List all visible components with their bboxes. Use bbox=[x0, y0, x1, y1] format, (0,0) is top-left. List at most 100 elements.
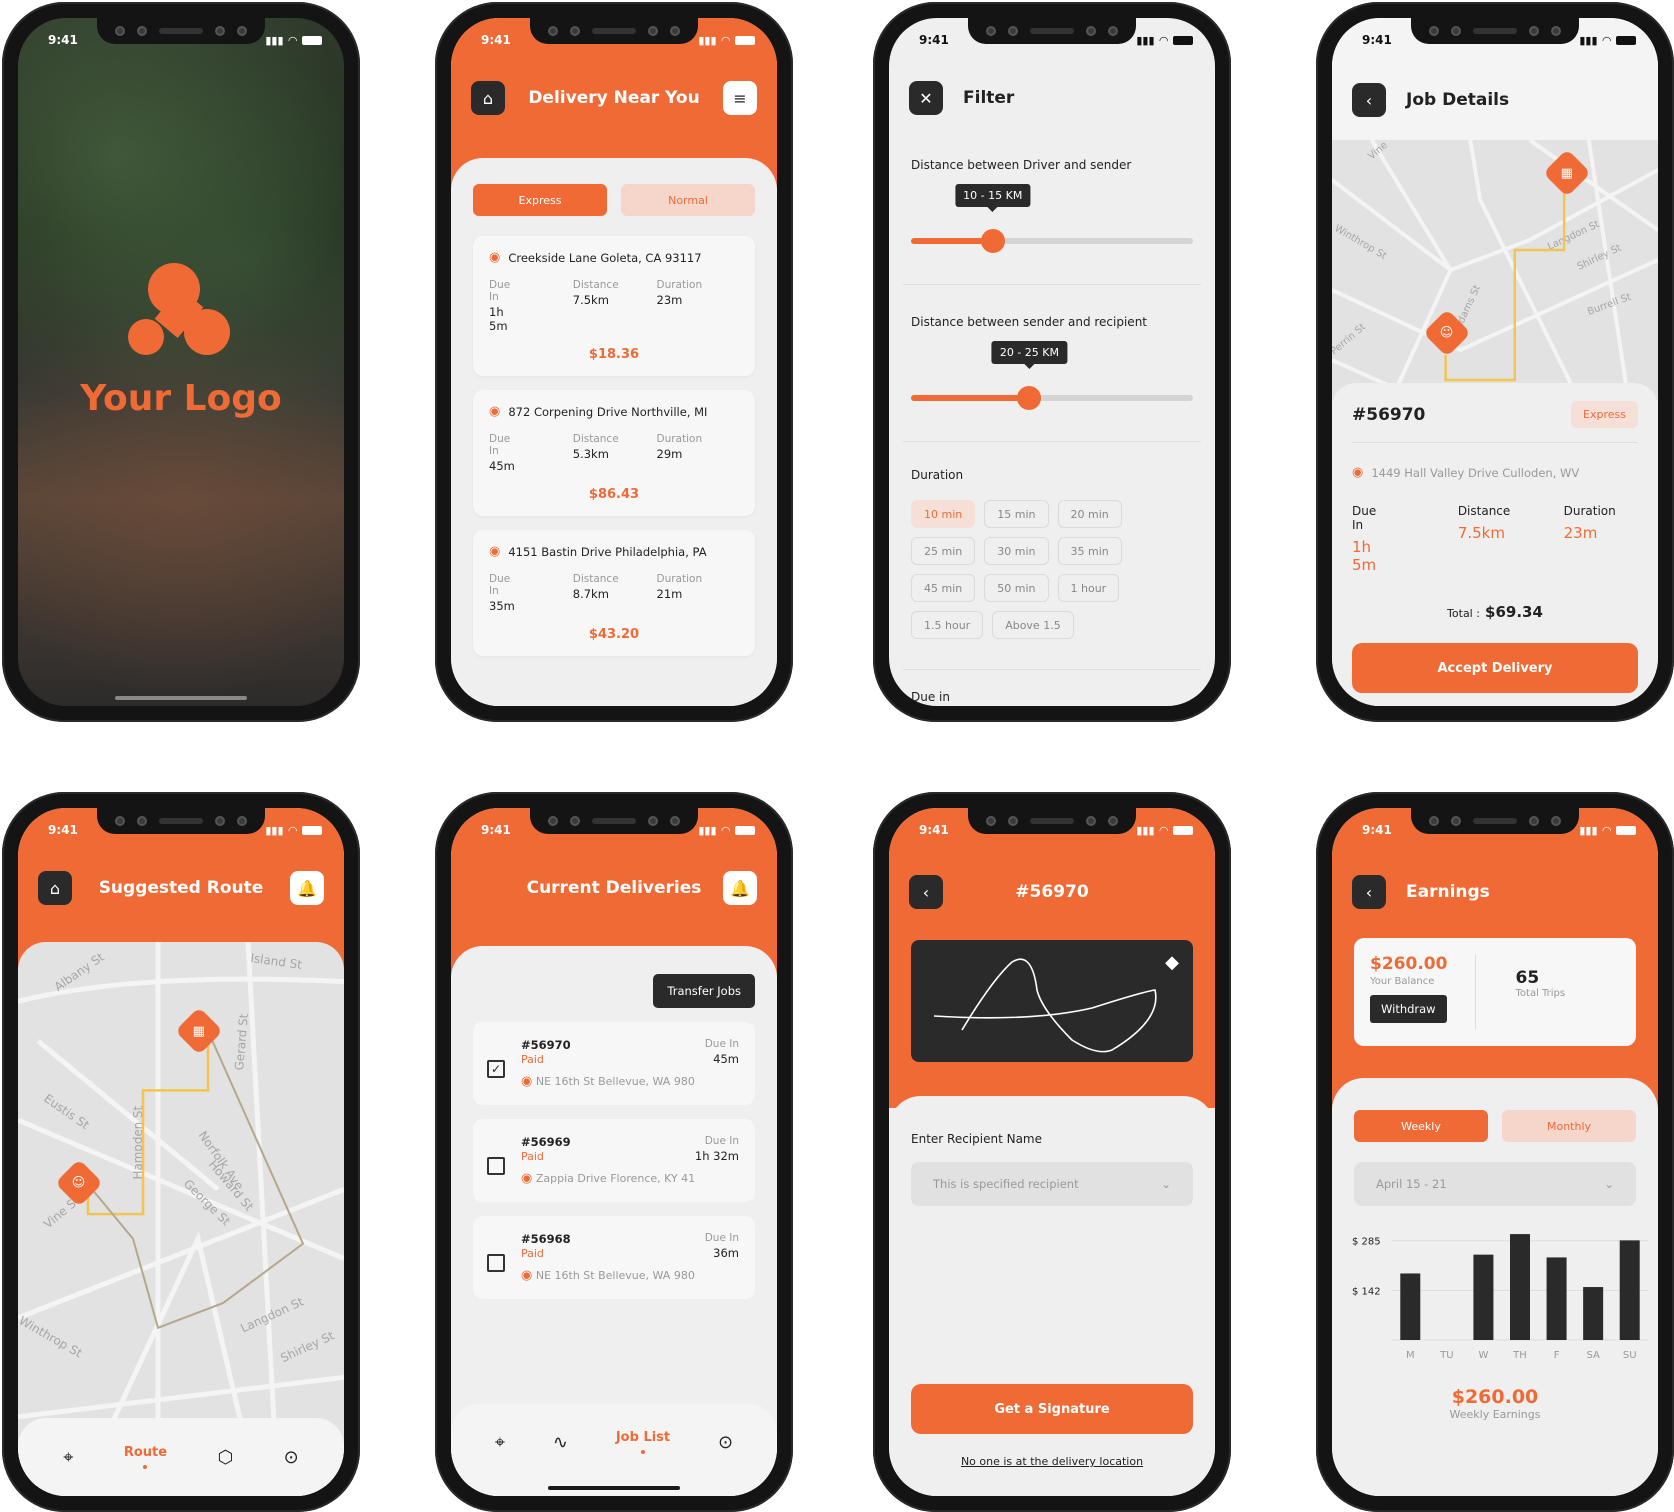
map-pin-button[interactable]: ⌂ bbox=[471, 81, 505, 115]
wifi-icon: ◠ bbox=[721, 33, 730, 47]
bar-f[interactable] bbox=[1546, 1257, 1567, 1340]
accept-delivery-button[interactable]: Accept Delivery bbox=[1352, 643, 1638, 693]
notch bbox=[97, 808, 265, 834]
slider-label: Distance between Driver and sender bbox=[911, 158, 1132, 172]
wifi-icon: ◠ bbox=[288, 33, 297, 47]
delivery-card[interactable]: ◉ 4151 Bastin Drive Philadelphia, PA Due … bbox=[473, 530, 755, 656]
job-checkbox[interactable] bbox=[487, 1254, 505, 1272]
withdraw-button[interactable]: Withdraw bbox=[1370, 995, 1447, 1023]
wifi-icon: ◠ bbox=[288, 823, 297, 837]
phone-job-details: 9:41 ▮▮▮ ◠ ‹ Job Details Vine Winthrop St… bbox=[1316, 2, 1674, 722]
battery-icon bbox=[1173, 825, 1193, 835]
nav-route[interactable]: Route bbox=[124, 1445, 167, 1469]
svg-text:Shirley St: Shirley St bbox=[1576, 242, 1624, 272]
duration-chip[interactable]: 35 min bbox=[1057, 537, 1122, 565]
trips-label: Total Trips bbox=[1515, 988, 1566, 999]
tab-normal[interactable]: Normal bbox=[621, 184, 755, 216]
svg-text:Langdon St: Langdon St bbox=[1546, 219, 1601, 253]
nav-packages[interactable]: ⬡ bbox=[218, 1447, 234, 1468]
y-tick-label: $ 285 bbox=[1352, 1237, 1381, 1248]
job-checkbox[interactable] bbox=[487, 1157, 505, 1175]
due-label: Due In bbox=[489, 433, 511, 457]
job-card[interactable]: ✓ #56970 Paid ◉ NE 16th St Bellevue, WA 980… bbox=[473, 1022, 755, 1105]
bar-sa[interactable] bbox=[1583, 1287, 1604, 1340]
nav-more[interactable]: ⊙ bbox=[284, 1447, 299, 1468]
back-button[interactable]: ‹ bbox=[909, 875, 943, 909]
chevron-down-icon: ⌄ bbox=[1604, 1177, 1614, 1191]
bar-w[interactable] bbox=[1473, 1254, 1494, 1340]
nav-map[interactable]: ⌖ bbox=[495, 1432, 505, 1453]
duration-chip[interactable]: 1.5 hour bbox=[911, 611, 984, 639]
bar-th[interactable] bbox=[1510, 1234, 1530, 1340]
recipient-dropdown[interactable]: This is specified recipient ⌄ bbox=[911, 1162, 1193, 1206]
duration-chip[interactable]: Above 1.5 bbox=[992, 611, 1074, 639]
bottom-nav: ⌖ Route ⬡ ⊙ bbox=[18, 1418, 344, 1496]
duration-chip[interactable]: 10 min bbox=[911, 500, 976, 528]
nav-route[interactable]: ∿ bbox=[553, 1432, 568, 1453]
x-tick-label: SU bbox=[1623, 1350, 1637, 1361]
duration-chip[interactable]: 25 min bbox=[911, 537, 976, 565]
signature-pad[interactable]: ◆ bbox=[911, 940, 1193, 1062]
back-button[interactable]: ‹ bbox=[1352, 875, 1386, 909]
person-icon: ☺ bbox=[72, 1175, 86, 1191]
chevron-left-icon: ‹ bbox=[1365, 882, 1373, 902]
battery-icon bbox=[735, 35, 755, 45]
job-card[interactable]: #56968 Paid ◉ NE 16th St Bellevue, WA 980 D… bbox=[473, 1216, 755, 1299]
duration-chip[interactable]: 50 min bbox=[984, 574, 1049, 602]
delivery-card[interactable]: ◉ Creekside Lane Goleta, CA 93117 Due In 1… bbox=[473, 236, 755, 376]
package-icon: ⬡ bbox=[217, 1446, 234, 1468]
distance-driver-sender-slider[interactable]: 10 - 15 KM bbox=[911, 184, 1193, 253]
notification-button[interactable]: 🔔 bbox=[723, 871, 757, 905]
duration-chip[interactable]: 1 hour bbox=[1057, 574, 1120, 602]
svg-text:Gerard St: Gerard St bbox=[232, 1013, 251, 1071]
job-card[interactable]: #56969 Paid ◉ Zappia Drive Florence, KY 41… bbox=[473, 1119, 755, 1202]
close-button[interactable]: ✕ bbox=[909, 81, 943, 115]
bar-su[interactable] bbox=[1619, 1240, 1640, 1340]
job-checkbox[interactable]: ✓ bbox=[487, 1060, 505, 1078]
back-button[interactable]: ‹ bbox=[1352, 83, 1386, 117]
due-value: 45m bbox=[713, 1052, 739, 1066]
signal-icon: ▮▮▮ bbox=[265, 33, 284, 47]
filter-button[interactable]: ≡ bbox=[723, 81, 757, 115]
notification-button[interactable]: 🔔 bbox=[290, 871, 324, 905]
nav-more[interactable]: ⊙ bbox=[718, 1432, 733, 1453]
due-label: Due In bbox=[704, 1135, 739, 1147]
map-view[interactable]: Vine Winthrop St Langdon St Shirley St B… bbox=[1332, 140, 1658, 400]
signal-icon: ▮▮▮ bbox=[1579, 823, 1598, 837]
recipient-placeholder: This is specified recipient bbox=[933, 1177, 1079, 1191]
slider-handle[interactable] bbox=[1017, 386, 1042, 410]
weekly-total: $260.00 bbox=[1451, 1386, 1539, 1408]
tab-express[interactable]: Express bbox=[473, 184, 607, 216]
duration-chip[interactable]: 20 min bbox=[1057, 500, 1122, 528]
filter-icon: ≡ bbox=[733, 88, 747, 108]
nav-job-list[interactable]: Job List bbox=[616, 1430, 670, 1454]
status-time: 9:41 bbox=[481, 823, 511, 837]
notch bbox=[530, 18, 698, 44]
delivery-card[interactable]: ◉ 872 Corpening Drive Northville, MI Due … bbox=[473, 390, 755, 516]
duration-chip[interactable]: 30 min bbox=[984, 537, 1049, 565]
duration-chip[interactable]: 45 min bbox=[911, 574, 976, 602]
map-pin-button[interactable]: ⌂ bbox=[38, 871, 72, 905]
map-view[interactable]: Albany St Island St Eustis St Hampden St… bbox=[18, 942, 344, 1496]
status-time: 9:41 bbox=[48, 823, 78, 837]
tab-monthly[interactable]: Monthly bbox=[1502, 1110, 1636, 1142]
distance-sender-recipient-slider[interactable]: 20 - 25 KM bbox=[911, 341, 1193, 410]
duration-label: Duration bbox=[656, 433, 703, 445]
status-time: 9:41 bbox=[481, 33, 511, 47]
bar-m[interactable] bbox=[1400, 1273, 1421, 1340]
duration-value: 23m bbox=[1563, 524, 1598, 542]
eraser-icon[interactable]: ◆ bbox=[1165, 952, 1179, 973]
duration-chip[interactable]: 15 min bbox=[984, 500, 1049, 528]
date-range-dropdown[interactable]: April 15 - 21 ⌄ bbox=[1354, 1162, 1636, 1206]
date-range-value: April 15 - 21 bbox=[1376, 1177, 1447, 1191]
get-signature-button[interactable]: Get a Signature bbox=[911, 1384, 1193, 1434]
transfer-jobs-button[interactable]: Transfer Jobs bbox=[653, 974, 755, 1008]
slider-handle[interactable] bbox=[980, 229, 1005, 253]
phone-signature: 9:41 ▮▮▮ ◠ ‹ #56970 ◆ Enter Recipient Nam… bbox=[873, 792, 1231, 1512]
balance-card: $260.00 Your Balance Withdraw 65 Total T… bbox=[1354, 938, 1636, 1046]
tab-weekly[interactable]: Weekly bbox=[1354, 1110, 1488, 1142]
chevron-left-icon: ‹ bbox=[922, 882, 930, 902]
nav-map[interactable]: ⌖ bbox=[63, 1447, 73, 1468]
location-pin-icon: ◉ bbox=[489, 544, 501, 559]
no-one-at-location-link[interactable]: No one is at the delivery location bbox=[889, 1455, 1215, 1468]
